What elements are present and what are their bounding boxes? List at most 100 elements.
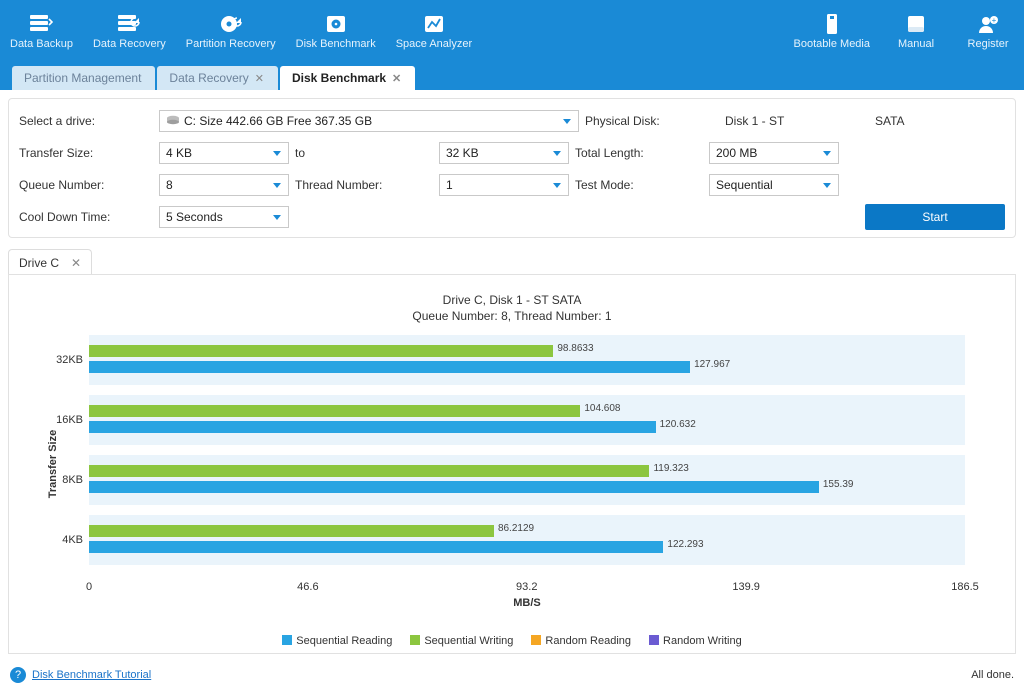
chart-ytick: 4KB [53, 534, 83, 546]
label-to: to [289, 146, 439, 160]
chevron-down-icon [560, 114, 574, 128]
toolbar-bootable-media[interactable]: Bootable Media [784, 0, 880, 62]
toolbar-partition-recovery[interactable]: Partition Recovery [176, 0, 286, 62]
toolbar-label: Space Analyzer [396, 38, 472, 50]
status-bar: ? Disk Benchmark Tutorial All done. [0, 663, 1024, 687]
close-icon[interactable]: ✕ [71, 256, 81, 270]
toolbar-manual[interactable]: Manual [880, 0, 952, 62]
transfer-size-to[interactable]: 32 KB [439, 142, 569, 164]
tab-label: Disk Benchmark [292, 71, 386, 85]
main-tabstrip: Partition Management Data Recovery ✕ Dis… [0, 62, 1024, 90]
chart-xtick: 93.2 [516, 581, 537, 593]
top-toolbar: Data Backup Data Recovery Partition Reco… [0, 0, 1024, 62]
bar-sequential-reading [89, 361, 690, 373]
toolbar-disk-benchmark[interactable]: Disk Benchmark [286, 0, 386, 62]
queue-number-select[interactable]: 8 [159, 174, 289, 196]
disk-icon [166, 114, 180, 128]
toolbar-label: Partition Recovery [186, 38, 276, 50]
bar-value-label: 120.632 [660, 419, 696, 430]
help-icon[interactable]: ? [10, 667, 26, 683]
toolbar-label: Register [968, 38, 1009, 50]
label-physical-disk: Physical Disk: [579, 114, 719, 128]
chevron-down-icon [270, 178, 284, 192]
bar-value-label: 119.323 [653, 463, 688, 474]
chart-row: 104.608 120.632 [89, 395, 965, 445]
bar-value-label: 127.967 [694, 359, 730, 370]
start-button[interactable]: Start [865, 204, 1005, 230]
chart-ytick: 8KB [53, 474, 83, 486]
test-mode-select[interactable]: Sequential [709, 174, 839, 196]
bar-value-label: 122.293 [667, 539, 703, 550]
bar-sequential-reading [89, 481, 819, 493]
close-icon[interactable]: ✕ [392, 72, 401, 85]
transfer-size-from[interactable]: 4 KB [159, 142, 289, 164]
register-icon: + [974, 12, 1002, 36]
result-tab-label: Drive C [19, 256, 59, 270]
chart-xtick: 0 [86, 581, 92, 593]
legend-swatch-icon [282, 635, 292, 645]
bar-sequential-reading [89, 421, 656, 433]
chart-xtick: 139.9 [732, 581, 760, 593]
total-length-select[interactable]: 200 MB [709, 142, 839, 164]
tutorial-link[interactable]: Disk Benchmark Tutorial [32, 669, 151, 681]
bar-value-label: 86.2129 [498, 523, 534, 534]
toolbar-label: Manual [898, 38, 934, 50]
chevron-down-icon [820, 146, 834, 160]
cooldown-select[interactable]: 5 Seconds [159, 206, 289, 228]
bar-sequential-writing [89, 465, 649, 477]
legend-swatch-icon [531, 635, 541, 645]
tab-partition-management[interactable]: Partition Management [12, 66, 155, 90]
bar-sequential-writing [89, 405, 580, 417]
bar-sequential-writing [89, 345, 553, 357]
toolbar-register[interactable]: + Register [952, 0, 1024, 62]
chart-ytick: 32KB [53, 354, 83, 366]
chart-title: Drive C, Disk 1 - ST SATA [19, 293, 1005, 307]
chart-yaxis-label: Transfer Size [47, 430, 59, 498]
toolbar-label: Data Backup [10, 38, 73, 50]
chevron-down-icon [270, 210, 284, 224]
chart-row: 98.8633 127.967 [89, 335, 965, 385]
chart-xaxis-label: MB/S [513, 597, 541, 609]
benchmark-settings-panel: Select a drive: C: Size 442.66 GB Free 3… [8, 98, 1016, 238]
chart-row: 86.2129 122.293 [89, 515, 965, 565]
chart-xtick: 46.6 [297, 581, 318, 593]
combo-value: 5 Seconds [166, 210, 223, 224]
result-tab-drive-c[interactable]: Drive C ✕ [8, 249, 92, 275]
physical-disk-interface: SATA [869, 114, 905, 128]
toolbar-data-recovery[interactable]: Data Recovery [83, 0, 176, 62]
tab-label: Partition Management [24, 71, 141, 85]
toolbar-label: Disk Benchmark [296, 38, 376, 50]
bar-sequential-reading [89, 541, 663, 553]
chart-legend: Sequential ReadingSequential WritingRand… [9, 635, 1015, 647]
combo-value: 1 [446, 178, 453, 192]
chart-row: 119.323155.39 [89, 455, 965, 505]
label-transfer-size: Transfer Size: [19, 146, 159, 160]
combo-value: 32 KB [446, 146, 479, 160]
bar-value-label: 98.8633 [557, 343, 593, 354]
chevron-down-icon [270, 146, 284, 160]
toolbar-left-group: Data Backup Data Recovery Partition Reco… [0, 0, 482, 62]
label-cooldown: Cool Down Time: [19, 210, 159, 224]
chart-ytick: 16KB [53, 414, 83, 426]
chart-plot-area: 32KB98.8633127.96716KB104.608120.6328KB1… [89, 335, 965, 575]
combo-value: Sequential [716, 178, 773, 192]
toolbar-data-backup[interactable]: Data Backup [0, 0, 83, 62]
chart-subtitle: Queue Number: 8, Thread Number: 1 [19, 309, 1005, 323]
tab-disk-benchmark[interactable]: Disk Benchmark ✕ [280, 66, 415, 90]
combo-value: 8 [166, 178, 173, 192]
benchmark-chart: Drive C, Disk 1 - ST SATA Queue Number: … [8, 274, 1016, 654]
thread-number-select[interactable]: 1 [439, 174, 569, 196]
combo-value: 4 KB [166, 146, 192, 160]
bar-value-label: 104.608 [584, 403, 620, 414]
legend-item: Sequential Writing [410, 635, 513, 647]
drive-select[interactable]: C: Size 442.66 GB Free 367.35 GB [159, 110, 579, 132]
tab-data-recovery[interactable]: Data Recovery ✕ [157, 66, 278, 90]
tab-label: Data Recovery [169, 71, 248, 85]
chevron-down-icon [550, 146, 564, 160]
close-icon[interactable]: ✕ [255, 72, 264, 85]
chart-xtick: 186.5 [951, 581, 979, 593]
toolbar-space-analyzer[interactable]: Space Analyzer [386, 0, 482, 62]
data-recovery-icon [115, 12, 143, 36]
data-backup-icon [27, 12, 55, 36]
disk-benchmark-icon [322, 12, 350, 36]
